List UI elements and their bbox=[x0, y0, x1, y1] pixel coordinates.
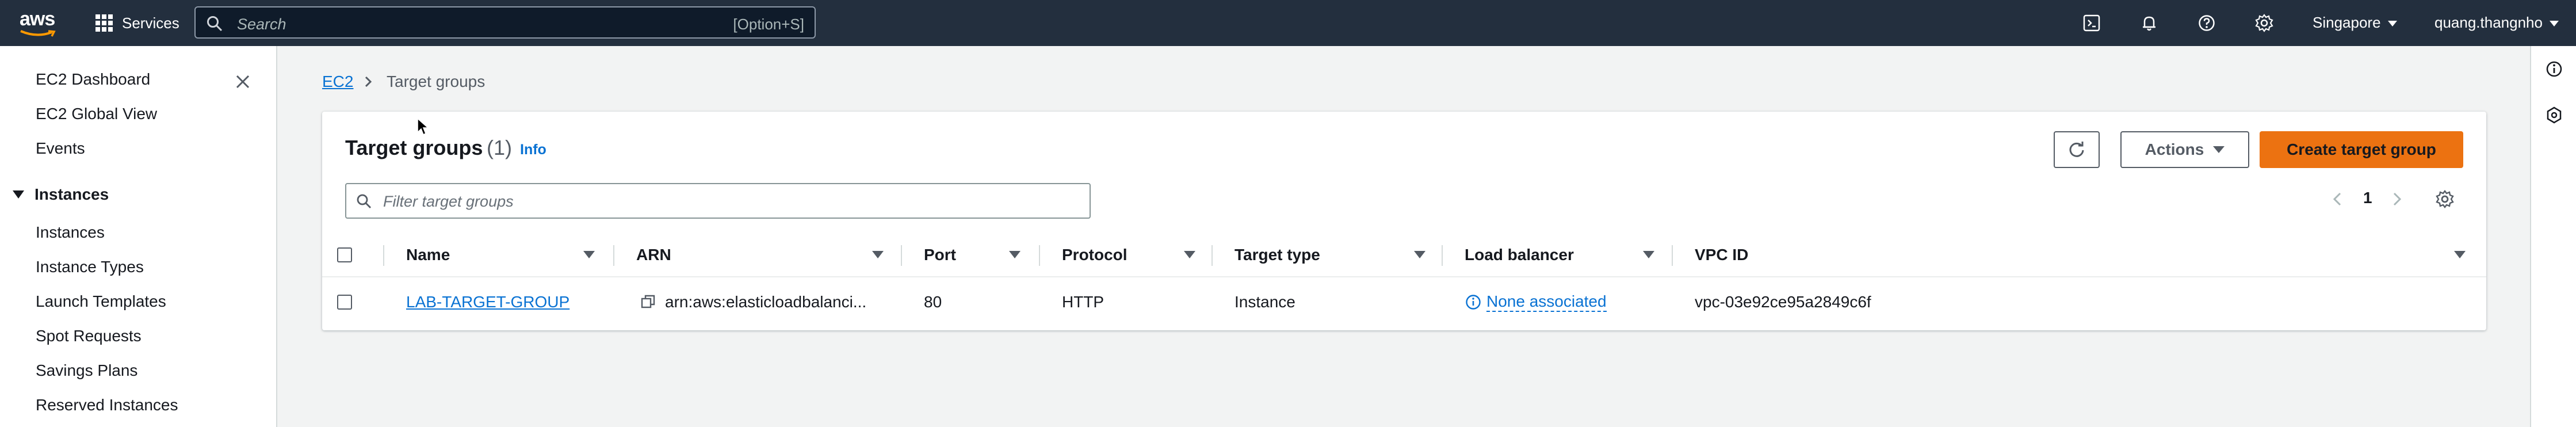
sidebar-section-instances[interactable]: Instances bbox=[13, 185, 109, 204]
services-label: Services bbox=[122, 14, 179, 32]
select-all-checkbox[interactable] bbox=[337, 247, 352, 262]
search-icon bbox=[207, 16, 223, 32]
table-settings-gear-icon[interactable] bbox=[2434, 189, 2455, 209]
refresh-button[interactable] bbox=[2054, 131, 2100, 168]
breadcrumb-current: Target groups bbox=[387, 73, 486, 90]
column-divider bbox=[383, 245, 384, 266]
sort-icon[interactable] bbox=[1184, 251, 1195, 258]
column-divider bbox=[1211, 245, 1213, 266]
info-link[interactable]: Info bbox=[520, 142, 546, 158]
aws-logo-text: aws bbox=[20, 8, 55, 30]
column-header-protocol[interactable]: Protocol bbox=[1062, 232, 1128, 277]
top-navigation: aws Services Search [Option+S] Singapore… bbox=[0, 0, 2576, 46]
column-header-port[interactable]: Port bbox=[924, 232, 956, 277]
row-select-checkbox[interactable] bbox=[337, 295, 352, 310]
column-divider bbox=[613, 245, 614, 266]
sort-icon[interactable] bbox=[1643, 251, 1654, 258]
column-header-load-balancer[interactable]: Load balancer bbox=[1465, 232, 1574, 277]
actions-label: Actions bbox=[2145, 140, 2204, 158]
sort-icon[interactable] bbox=[1009, 251, 1021, 258]
sidebar-item-events[interactable]: Events bbox=[36, 139, 85, 158]
sidebar-item-ec2-global-view[interactable]: EC2 Global View bbox=[36, 105, 157, 123]
port-value: 80 bbox=[924, 293, 942, 311]
help-icon[interactable] bbox=[2195, 12, 2218, 35]
table-row: LAB-TARGET-GROUP arn:aws:elasticloadbala… bbox=[322, 279, 2486, 326]
cloudshell-icon[interactable] bbox=[2080, 12, 2103, 35]
user-menu[interactable]: quang.thangnho bbox=[2434, 14, 2559, 32]
sidebar-item-instances[interactable]: Instances bbox=[36, 223, 105, 242]
chevron-left-icon[interactable] bbox=[2330, 190, 2345, 208]
filter-input[interactable]: Filter target groups bbox=[345, 183, 1091, 219]
sidebar-section-label: Instances bbox=[35, 185, 109, 203]
table-header: Name ARN Port Protocol Target type Load … bbox=[322, 232, 2486, 277]
create-target-group-button[interactable]: Create target group bbox=[2260, 131, 2463, 168]
column-header-name[interactable]: Name bbox=[406, 232, 450, 277]
load-balancer-cell[interactable]: None associated bbox=[1465, 279, 1607, 326]
chevron-down-icon bbox=[2387, 21, 2397, 27]
close-icon[interactable] bbox=[231, 70, 254, 93]
region-label: Singapore bbox=[2313, 14, 2381, 31]
gear-icon[interactable] bbox=[2253, 12, 2276, 35]
target-type-value: Instance bbox=[1235, 293, 1295, 311]
target-group-count: (1) bbox=[487, 136, 512, 159]
column-header-target-type[interactable]: Target type bbox=[1235, 232, 1320, 277]
mouse-cursor-icon bbox=[417, 117, 429, 136]
column-header-arn[interactable]: ARN bbox=[636, 232, 671, 277]
protocol-value: HTTP bbox=[1062, 293, 1104, 311]
sort-icon[interactable] bbox=[872, 251, 884, 258]
sort-icon[interactable] bbox=[583, 251, 595, 258]
column-divider bbox=[1039, 245, 1040, 266]
copy-icon[interactable] bbox=[640, 293, 657, 311]
load-balancer-value[interactable]: None associated bbox=[1486, 292, 1607, 312]
sort-icon[interactable] bbox=[2454, 251, 2466, 258]
sidebar-item-spot-requests[interactable]: Spot Requests bbox=[36, 327, 142, 345]
info-circle-icon bbox=[1466, 295, 1481, 310]
arn-value: arn:aws:elasticloadbalanci... bbox=[665, 293, 867, 311]
bell-icon[interactable] bbox=[2138, 12, 2161, 35]
sidebar-item-ec2-dashboard[interactable]: EC2 Dashboard bbox=[36, 70, 150, 89]
refresh-icon bbox=[2069, 142, 2084, 157]
column-divider bbox=[1672, 245, 1673, 266]
grid-icon bbox=[95, 14, 113, 32]
create-target-group-label: Create target group bbox=[2287, 140, 2436, 158]
page-title: Target groups bbox=[345, 136, 483, 159]
chevron-right-icon bbox=[365, 76, 372, 87]
sidebar-item-instance-types[interactable]: Instance Types bbox=[36, 258, 144, 276]
search-shortcut-hint: [Option+S] bbox=[733, 16, 804, 33]
search-icon bbox=[357, 194, 371, 208]
vpc-id-value: vpc-03e92ce95a2849c6f bbox=[1695, 293, 1871, 311]
services-menu-button[interactable]: Services bbox=[95, 12, 179, 35]
sidebar-item-launch-templates[interactable]: Launch Templates bbox=[36, 292, 166, 311]
right-rail bbox=[2530, 46, 2576, 427]
sidebar-item-savings-plans[interactable]: Savings Plans bbox=[36, 361, 137, 380]
sidebar-item-reserved-instances[interactable]: Reserved Instances bbox=[36, 396, 178, 414]
caret-down-icon bbox=[2213, 146, 2225, 153]
column-divider bbox=[901, 245, 902, 266]
filter-placeholder: Filter target groups bbox=[383, 193, 514, 210]
info-icon[interactable] bbox=[2543, 58, 2566, 81]
global-search-input[interactable]: Search [Option+S] bbox=[194, 6, 816, 39]
search-placeholder: Search bbox=[237, 16, 286, 33]
target-group-name-link[interactable]: LAB-TARGET-GROUP bbox=[406, 293, 570, 311]
caret-down-icon bbox=[13, 190, 24, 199]
chevron-right-icon[interactable] bbox=[2390, 190, 2405, 208]
user-label: quang.thangnho bbox=[2434, 14, 2543, 31]
target-groups-panel: Target groups (1) Info Actions Create ta… bbox=[322, 112, 2486, 330]
aws-logo[interactable]: aws bbox=[20, 7, 60, 39]
aws-smile-icon bbox=[20, 30, 56, 37]
column-divider bbox=[1442, 245, 1443, 266]
breadcrumb-ec2-link[interactable]: EC2 bbox=[322, 73, 353, 91]
hexagon-icon[interactable] bbox=[2543, 104, 2566, 127]
chevron-down-icon bbox=[2549, 21, 2559, 27]
column-header-vpc-id[interactable]: VPC ID bbox=[1695, 232, 1748, 277]
region-selector[interactable]: Singapore bbox=[2313, 14, 2397, 32]
actions-dropdown-button[interactable]: Actions bbox=[2120, 131, 2249, 168]
page-number[interactable]: 1 bbox=[2363, 189, 2372, 207]
sidebar: EC2 Dashboard EC2 Global View Events Ins… bbox=[0, 46, 277, 427]
sort-icon[interactable] bbox=[1414, 251, 1425, 258]
